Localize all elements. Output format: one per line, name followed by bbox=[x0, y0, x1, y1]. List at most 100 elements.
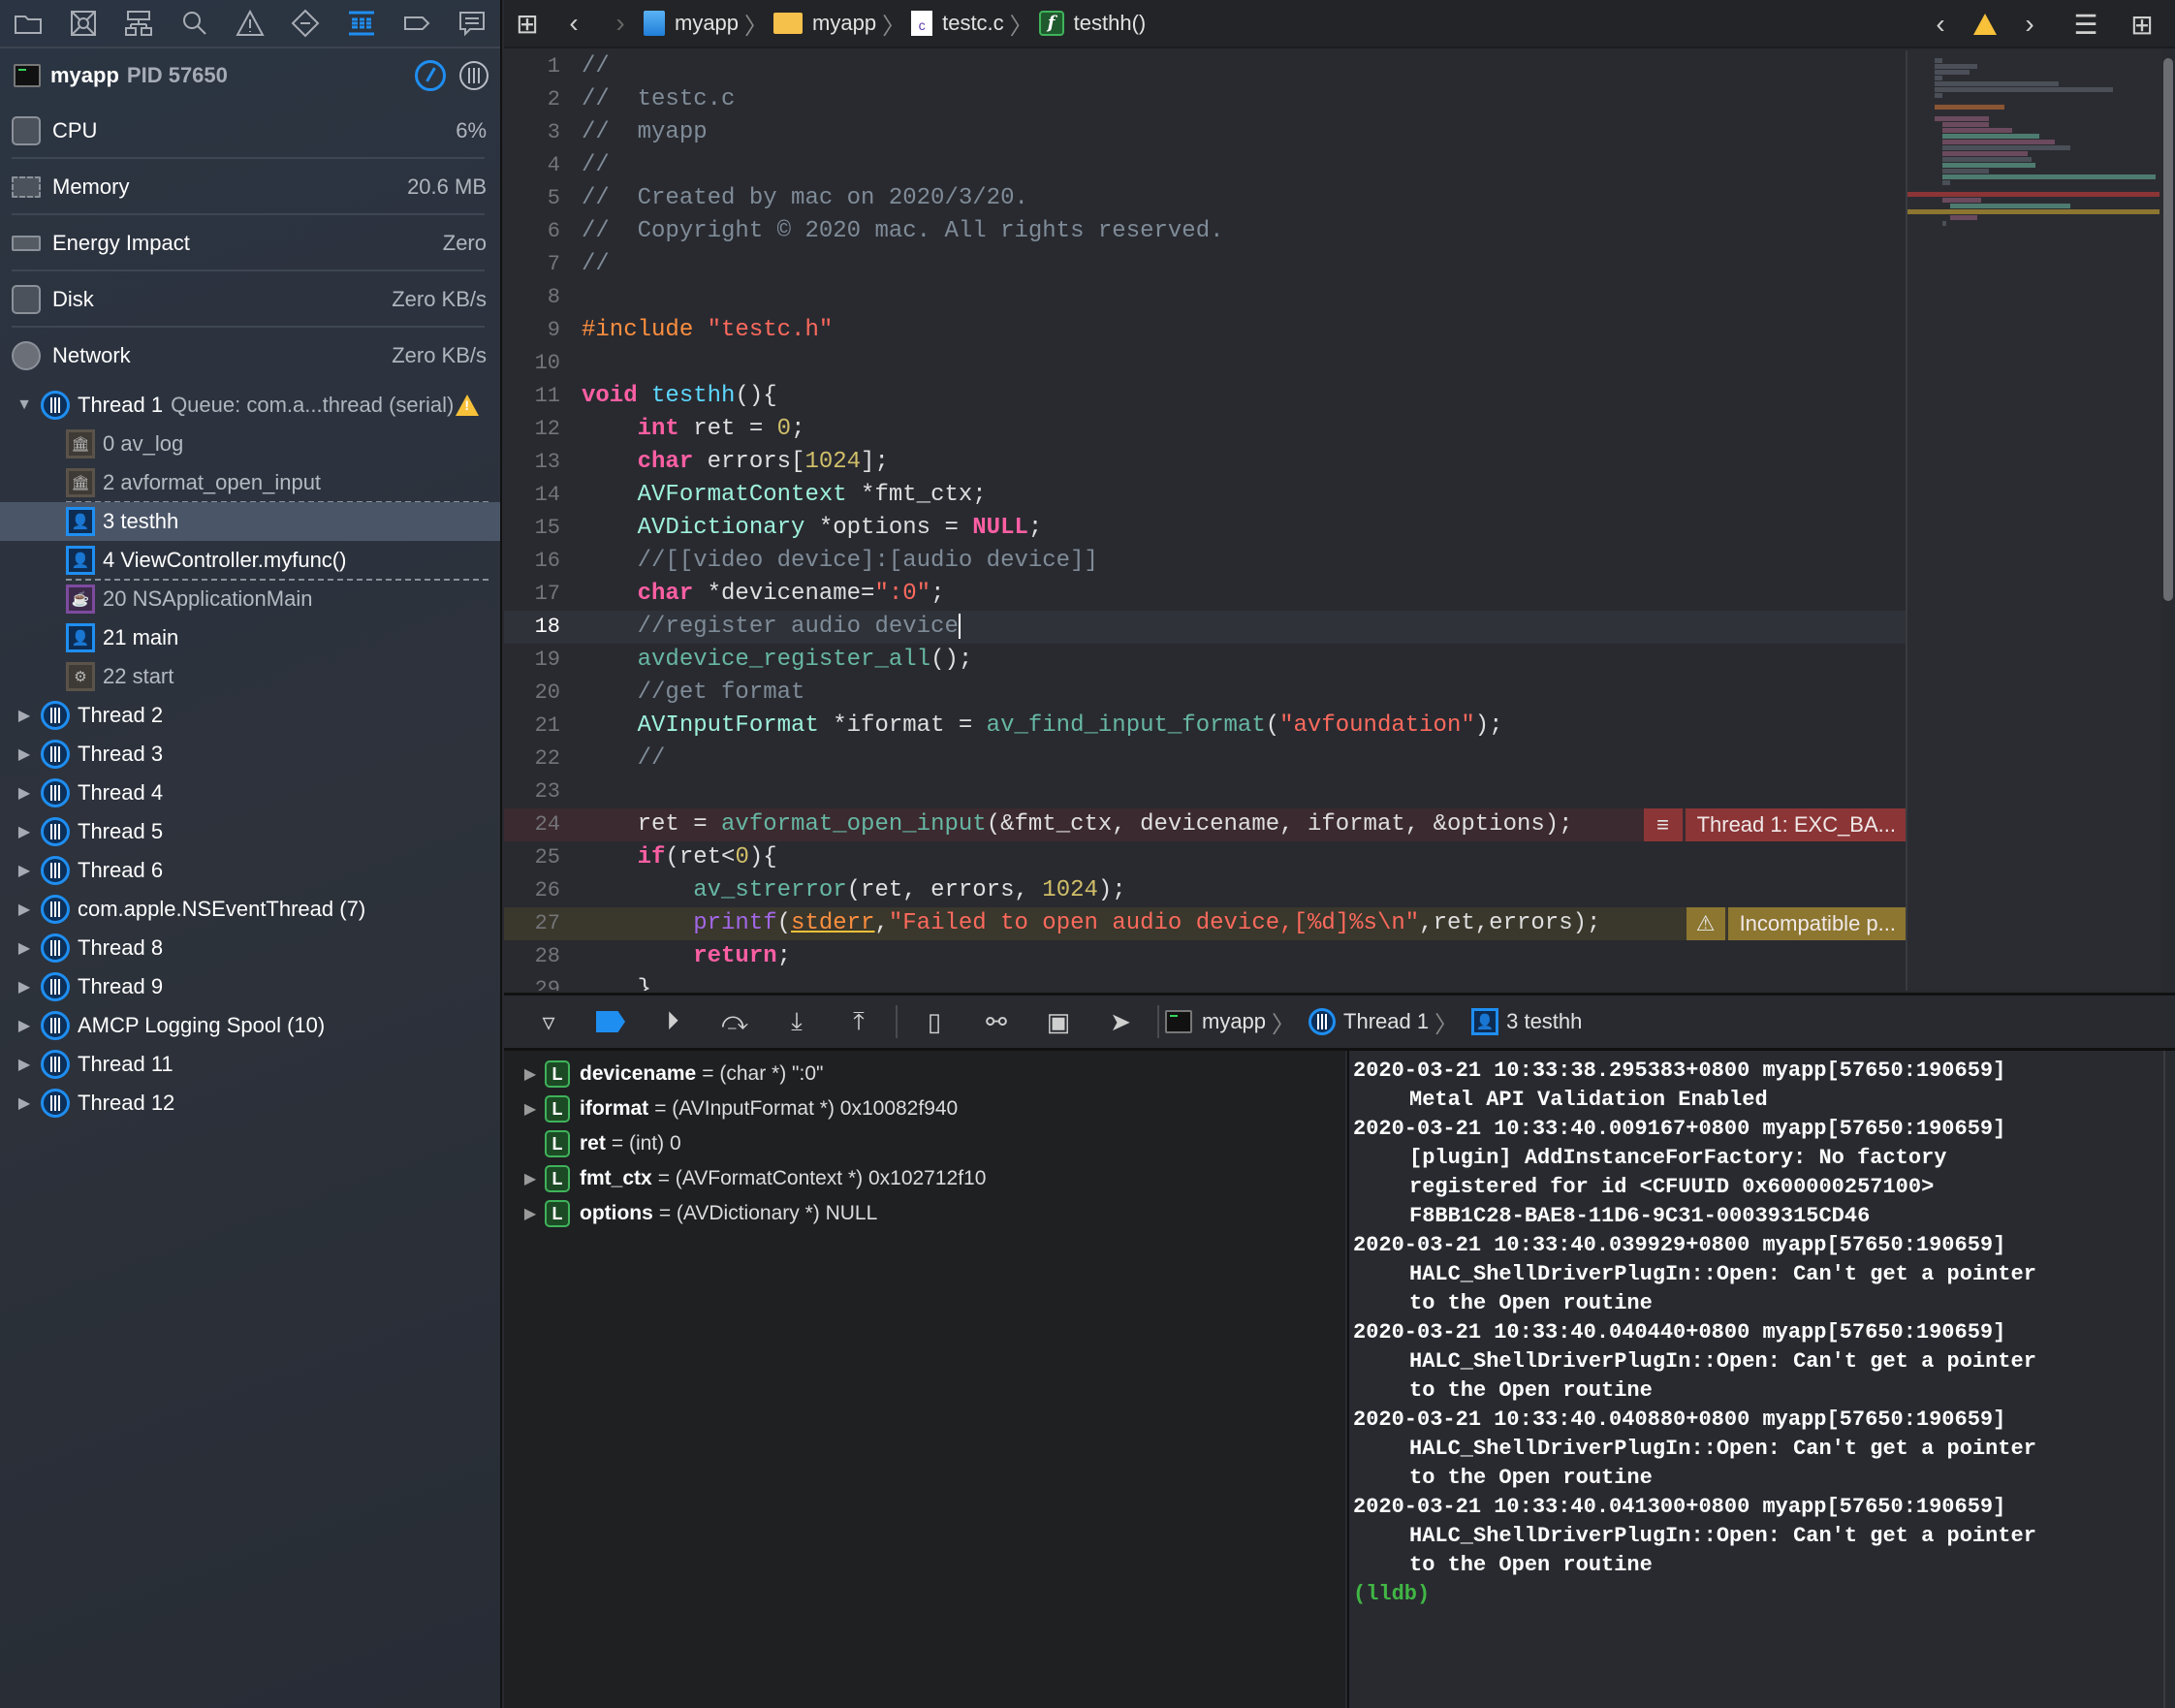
line-number[interactable]: 6 bbox=[504, 215, 582, 248]
disclosure-collapsed-icon[interactable]: ▶ bbox=[516, 1099, 545, 1119]
line-number[interactable]: 11 bbox=[504, 380, 582, 413]
breadcrumb-symbol[interactable]: testhh() bbox=[1074, 11, 1147, 36]
related-items-icon[interactable]: ⊞ bbox=[504, 8, 551, 40]
minimap[interactable] bbox=[1906, 50, 2161, 991]
gauge-network[interactable]: Network Zero KB/s bbox=[0, 328, 500, 384]
code-text[interactable]: #include "testc.h" bbox=[582, 314, 833, 347]
next-issue-button[interactable]: › bbox=[2006, 9, 2053, 40]
stack-frame-row[interactable]: 👤 3 testhh bbox=[0, 502, 500, 541]
stack-frame-row[interactable]: 👤 4 ViewController.myfunc() bbox=[0, 541, 500, 581]
code-text[interactable]: return; bbox=[582, 940, 791, 973]
stack-frame-row[interactable]: ☕ 20 NSApplicationMain bbox=[0, 580, 500, 618]
folder-icon[interactable] bbox=[0, 0, 55, 47]
breadcrumb-project[interactable]: myapp bbox=[675, 11, 739, 36]
thread-view-icon[interactable] bbox=[459, 61, 489, 90]
code-text[interactable]: // Created by mac on 2020/3/20. bbox=[582, 182, 1028, 215]
back-button[interactable]: ‹ bbox=[551, 8, 597, 39]
variable-row[interactable]: Lret = (int) 0 bbox=[504, 1126, 1345, 1161]
stack-frame-row[interactable]: 👤 21 main bbox=[0, 618, 500, 657]
thread-row[interactable]: ▶ AMCP Logging Spool (10) bbox=[0, 1006, 500, 1045]
variable-row[interactable]: ▶ Liformat = (AVInputFormat *) 0x10082f940 bbox=[504, 1091, 1345, 1126]
error-annotation[interactable]: ≡ Thread 1: EXC_BA... bbox=[1643, 808, 1906, 841]
disclosure-collapsed-icon[interactable]: ▶ bbox=[14, 706, 35, 725]
source-editor[interactable]: 1//2// testc.c 3// myapp 4//5// Created by… bbox=[504, 50, 1906, 991]
disclosure-collapsed-icon[interactable]: ▶ bbox=[14, 900, 35, 919]
gauge-icon[interactable] bbox=[415, 60, 446, 91]
line-number[interactable]: 7 bbox=[504, 248, 582, 281]
gauge-memory[interactable]: Memory 20.6 MB bbox=[0, 159, 500, 215]
debug-breadcrumb-process[interactable]: myapp bbox=[1202, 1009, 1266, 1034]
code-text[interactable]: char *devicename=":0"; bbox=[582, 578, 945, 611]
code-text[interactable]: void testhh(){ bbox=[582, 380, 777, 413]
line-number[interactable]: 19 bbox=[504, 644, 582, 677]
breakpoint-icon[interactable] bbox=[389, 0, 444, 47]
memory-graph-icon[interactable]: ⚯ bbox=[965, 1002, 1027, 1041]
code-text[interactable]: // myapp bbox=[582, 116, 708, 149]
breadcrumb-folder[interactable]: myapp bbox=[812, 11, 876, 36]
line-number[interactable]: 15 bbox=[504, 512, 582, 545]
forward-button[interactable]: › bbox=[597, 8, 644, 39]
line-number[interactable]: 10 bbox=[504, 347, 582, 380]
step-out-icon[interactable]: ⤒ bbox=[828, 1002, 890, 1041]
line-number[interactable]: 24 bbox=[504, 808, 582, 841]
code-text[interactable]: // Copyright © 2020 mac. All rights rese… bbox=[582, 215, 1224, 248]
line-number[interactable]: 14 bbox=[504, 479, 582, 512]
test-icon[interactable] bbox=[278, 0, 333, 47]
environment-overrides-icon[interactable]: ▣ bbox=[1027, 1002, 1089, 1041]
disclosure-collapsed-icon[interactable]: ▶ bbox=[516, 1169, 545, 1188]
thread-1-row[interactable]: ▼ Thread 1 Queue: com.a...thread (serial… bbox=[0, 386, 500, 425]
disclosure-collapsed-icon[interactable]: ▶ bbox=[516, 1204, 545, 1223]
code-text[interactable]: // bbox=[582, 149, 610, 182]
code-text[interactable]: //register audio device bbox=[582, 611, 961, 644]
thread-row[interactable]: ▶ com.apple.NSEventThread (7) bbox=[0, 890, 500, 929]
line-number[interactable]: 2 bbox=[504, 83, 582, 116]
line-number[interactable]: 3 bbox=[504, 116, 582, 149]
breakpoints-toggle-icon[interactable] bbox=[580, 1002, 642, 1041]
code-text[interactable]: // bbox=[582, 743, 666, 775]
gauge-disk[interactable]: Disk Zero KB/s bbox=[0, 271, 500, 328]
breadcrumb-file[interactable]: testc.c bbox=[942, 11, 1004, 36]
stack-frame-row[interactable]: 🏛 0 av_log bbox=[0, 425, 500, 463]
thread-row[interactable]: ▶ Thread 5 bbox=[0, 812, 500, 851]
thread-row[interactable]: ▶ Thread 11 bbox=[0, 1045, 500, 1084]
thread-row[interactable]: ▶ Thread 4 bbox=[0, 774, 500, 812]
code-text[interactable]: } bbox=[582, 973, 651, 991]
disclosure-collapsed-icon[interactable]: ▶ bbox=[14, 822, 35, 841]
process-row[interactable]: myapp PID 57650 bbox=[0, 48, 500, 103]
warning-icon[interactable] bbox=[1973, 14, 1997, 35]
line-number[interactable]: 9 bbox=[504, 314, 582, 347]
gauge-cpu[interactable]: CPU 6% bbox=[0, 103, 500, 159]
variable-row[interactable]: ▶ Lfmt_ctx = (AVFormatContext *) 0x102712f… bbox=[504, 1161, 1345, 1196]
code-text[interactable]: //[[video device]:[audio device]] bbox=[582, 545, 1098, 578]
disclosure-expanded-icon[interactable]: ▼ bbox=[14, 396, 35, 414]
code-text[interactable]: // testc.c bbox=[582, 83, 735, 116]
stack-frame-row[interactable]: ⚙ 22 start bbox=[0, 657, 500, 696]
continue-icon[interactable]: ⏵ bbox=[642, 1002, 704, 1041]
line-number[interactable]: 22 bbox=[504, 743, 582, 775]
disclosure-collapsed-icon[interactable]: ▶ bbox=[14, 938, 35, 958]
report-icon[interactable] bbox=[445, 0, 500, 47]
line-number[interactable]: 12 bbox=[504, 413, 582, 446]
line-number[interactable]: 18 bbox=[504, 611, 582, 644]
thread-row[interactable]: ▶ Thread 9 bbox=[0, 967, 500, 1006]
step-over-icon[interactable]: ⤼ bbox=[704, 1002, 766, 1041]
issue-icon[interactable] bbox=[222, 0, 277, 47]
debug-breadcrumb-frame[interactable]: 3 testhh bbox=[1506, 1009, 1582, 1034]
line-number[interactable]: 16 bbox=[504, 545, 582, 578]
code-text[interactable]: AVInputFormat *iformat = av_find_input_f… bbox=[582, 710, 1503, 743]
code-text[interactable]: int ret = 0; bbox=[582, 413, 805, 446]
previous-issue-button[interactable]: ‹ bbox=[1917, 9, 1964, 40]
variable-row[interactable]: ▶ Loptions = (AVDictionary *) NULL bbox=[504, 1196, 1345, 1231]
code-text[interactable]: // bbox=[582, 248, 610, 281]
view-debugger-icon[interactable]: ▯ bbox=[903, 1002, 965, 1041]
disclosure-collapsed-icon[interactable]: ▶ bbox=[516, 1064, 545, 1084]
hide-debug-area-icon[interactable]: ▿ bbox=[518, 1002, 580, 1041]
line-number[interactable]: 23 bbox=[504, 775, 582, 808]
disclosure-collapsed-icon[interactable]: ▶ bbox=[14, 783, 35, 803]
line-number[interactable]: 5 bbox=[504, 182, 582, 215]
code-text[interactable]: char errors[1024]; bbox=[582, 446, 889, 479]
line-number[interactable]: 1 bbox=[504, 50, 582, 83]
disclosure-collapsed-icon[interactable]: ▶ bbox=[14, 1093, 35, 1113]
lldb-prompt[interactable]: (lldb) bbox=[1353, 1580, 2175, 1609]
find-icon[interactable] bbox=[167, 0, 222, 47]
